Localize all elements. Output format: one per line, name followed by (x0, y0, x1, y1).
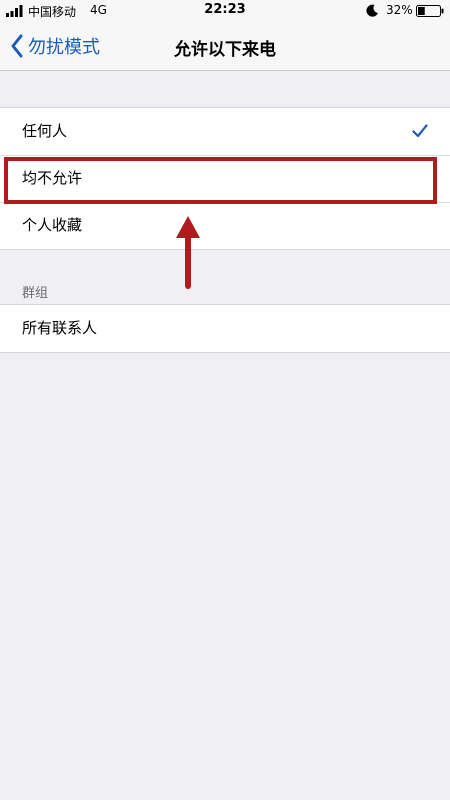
option-label: 任何人 (22, 122, 68, 140)
checkmark-icon (412, 124, 428, 138)
option-label: 均不允许 (22, 169, 83, 187)
moon-icon (366, 4, 378, 17)
option-all-contacts[interactable]: 所有联系人 (0, 305, 450, 352)
option-no-one[interactable]: 均不允许 (0, 155, 450, 202)
status-bar: 中国移动 4G 22:23 32% (0, 0, 450, 22)
allow-calls-options: 任何人 均不允许 个人收藏 (0, 107, 450, 250)
battery-percent: 32% (386, 3, 413, 17)
groups-section-header: 群组 (22, 286, 49, 301)
option-favorites[interactable]: 个人收藏 (0, 202, 450, 249)
option-label: 所有联系人 (22, 319, 98, 337)
navigation-bar: 勿扰模式 允许以下来电 (0, 22, 450, 71)
page-title: 允许以下来电 (174, 40, 276, 60)
option-anyone[interactable]: 任何人 (0, 108, 450, 155)
clock: 22:23 (204, 2, 246, 17)
battery-icon (416, 5, 444, 17)
option-label: 个人收藏 (22, 216, 83, 234)
groups-list: 所有联系人 (0, 304, 450, 353)
